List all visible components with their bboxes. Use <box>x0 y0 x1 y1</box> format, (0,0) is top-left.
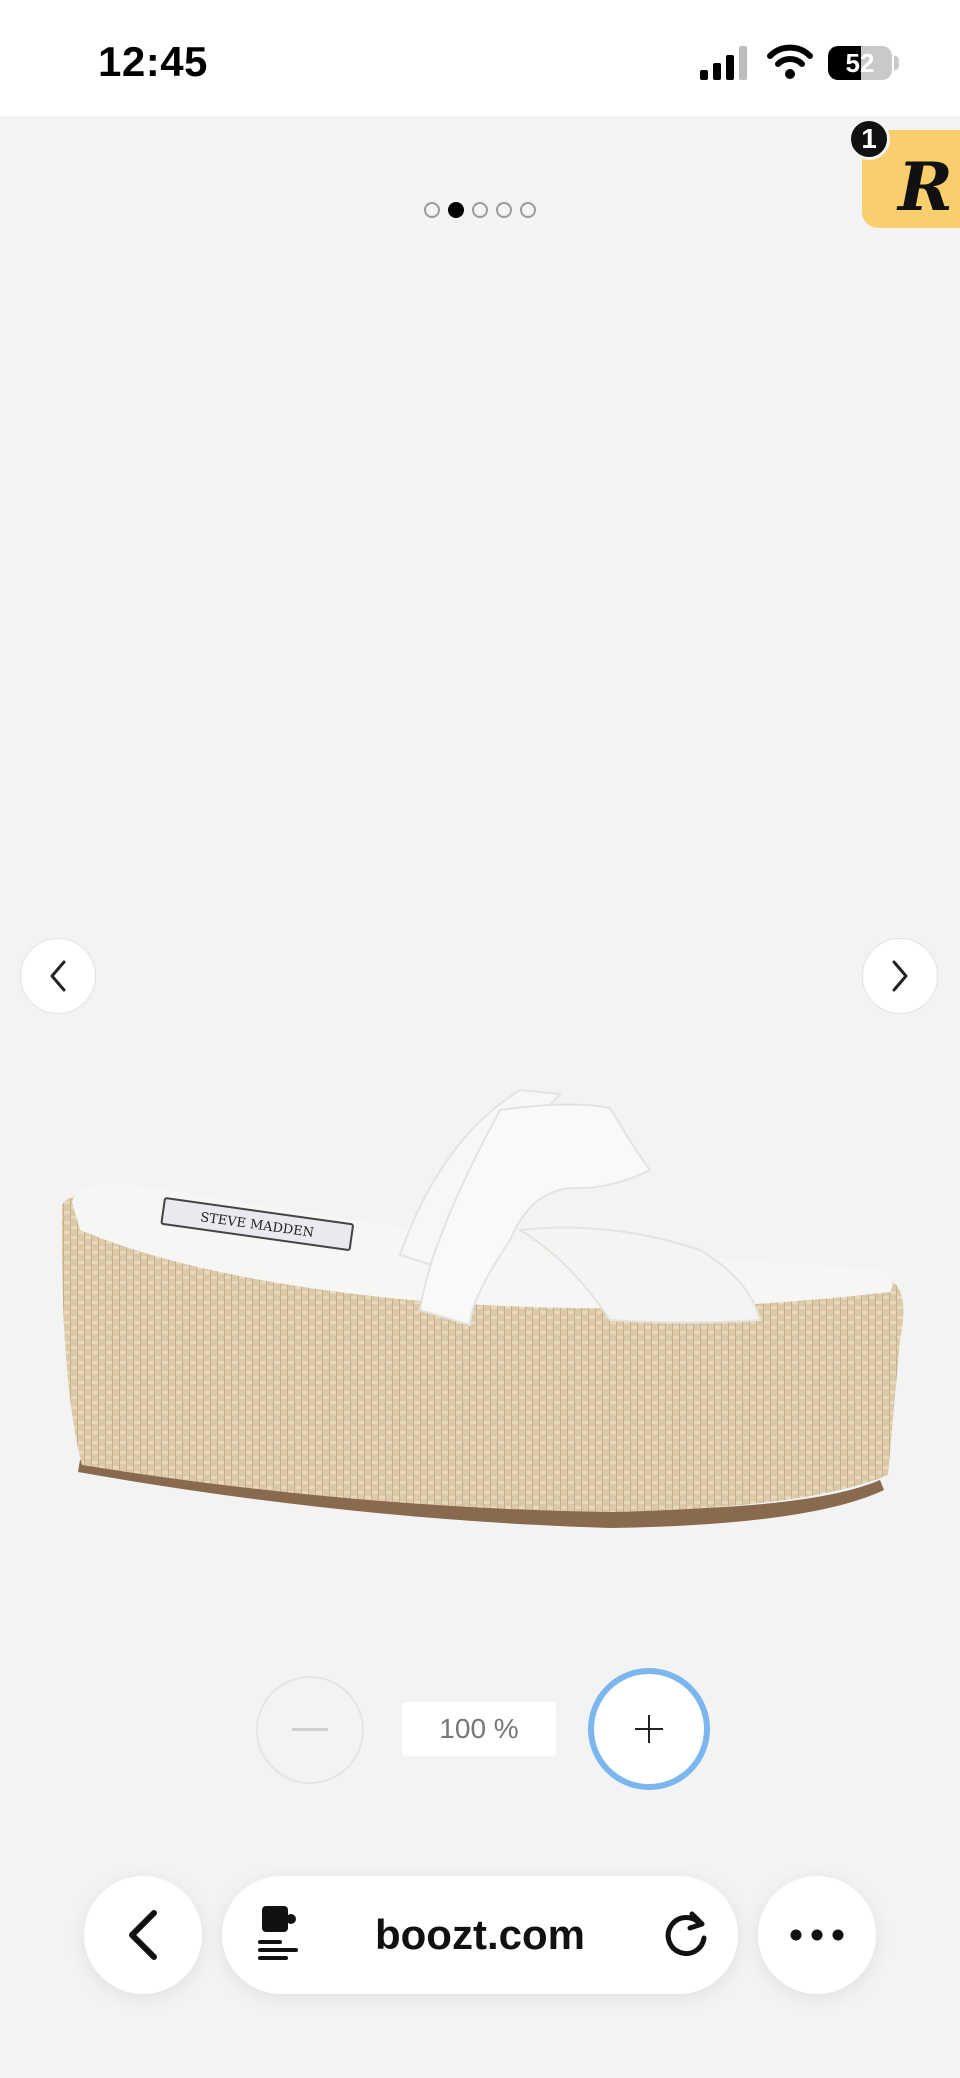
battery-icon: 52 <box>828 46 892 80</box>
pagination-dot[interactable] <box>520 202 536 218</box>
battery-level: 52 <box>845 47 875 78</box>
pagination-dot[interactable] <box>472 202 488 218</box>
extension-logo: R <box>898 148 953 226</box>
status-time: 12:45 <box>98 38 208 85</box>
pagination-dot[interactable] <box>496 202 512 218</box>
minus-icon <box>292 1728 328 1731</box>
more-icon <box>790 1929 844 1941</box>
extension-badge[interactable]: R 1 <box>848 118 960 228</box>
back-arrow-icon <box>129 1910 157 1960</box>
battery-tip <box>894 56 899 70</box>
browser-more-button[interactable] <box>758 1876 876 1994</box>
image-pagination <box>0 202 960 218</box>
product-image: STEVE MADDEN <box>61 1088 904 1528</box>
chevron-left-icon <box>50 960 66 992</box>
cellular-signal-icon <box>700 46 747 80</box>
address-bar[interactable]: boozt.com <box>222 1876 738 1994</box>
pagination-dot[interactable] <box>448 202 464 218</box>
zoom-out-button[interactable] <box>256 1676 364 1784</box>
previous-image-button[interactable] <box>20 938 96 1014</box>
chevron-right-icon <box>892 960 908 992</box>
browser-back-button[interactable] <box>84 1876 202 1994</box>
extension-notification-count: 1 <box>848 118 890 160</box>
zoom-in-button[interactable] <box>588 1668 710 1790</box>
pagination-dot[interactable] <box>424 202 440 218</box>
status-bar: 12:45 52 <box>0 0 960 116</box>
wifi-icon <box>767 44 813 79</box>
plus-icon <box>635 1715 663 1743</box>
zoom-level: 100 % <box>402 1702 556 1756</box>
next-image-button[interactable] <box>862 938 938 1014</box>
reload-icon[interactable] <box>660 1908 712 1960</box>
